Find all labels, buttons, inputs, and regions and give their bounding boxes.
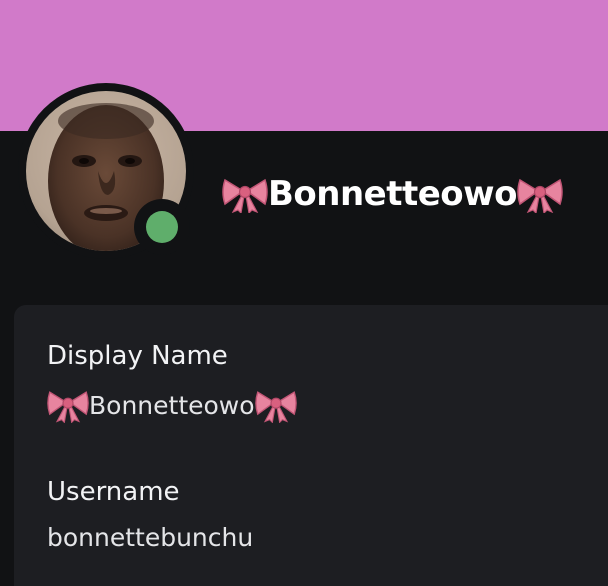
ribbon-bow-icon (222, 175, 268, 213)
avatar-container[interactable] (18, 83, 194, 259)
display-name-value[interactable]: Bonnetteowo (47, 387, 297, 423)
profile-info-card: Display Name Bonnetteowo Username bonnet… (14, 305, 608, 586)
status-indicator (134, 199, 190, 255)
profile-name-text: Bonnetteowo (268, 174, 517, 214)
online-status-icon (146, 211, 178, 243)
profile-header-name: Bonnetteowo (222, 168, 563, 220)
ribbon-bow-icon (517, 175, 563, 213)
display-name-text: Bonnetteowo (89, 390, 255, 420)
username-value[interactable]: bonnettebunchu (47, 523, 253, 552)
username-label: Username (47, 477, 180, 507)
ribbon-bow-icon (254, 387, 297, 423)
display-name-label: Display Name (47, 341, 228, 371)
ribbon-bow-icon (47, 387, 89, 423)
profile-page: Bonnetteowo Display Name Bonnetteowo Use… (0, 0, 608, 586)
